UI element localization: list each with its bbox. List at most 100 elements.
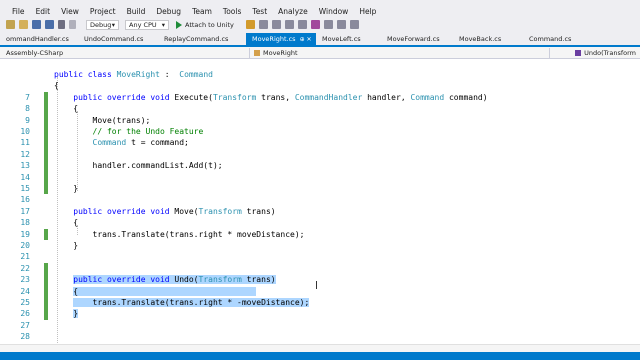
change-marker [44, 148, 48, 161]
line-number: 23 [20, 275, 30, 285]
line-number: 24 [20, 286, 30, 296]
menu-build[interactable]: Build [121, 7, 151, 16]
code-line[interactable]: 9 Move(trans); [0, 114, 640, 126]
toolbar-icon-5[interactable] [297, 20, 307, 29]
change-marker [44, 126, 48, 138]
tab-undocommand-cs[interactable]: UndoCommand.cs [78, 33, 158, 45]
tab-pin-close-icon[interactable]: ⊕ ✕ [300, 36, 312, 43]
line-number: 9 [25, 115, 30, 125]
line-number: 14 [20, 172, 30, 182]
tab-command-cs[interactable]: Command.cs [523, 33, 583, 45]
configuration-select[interactable]: Debug ▾ [86, 19, 119, 30]
chevron-down-icon: ▾ [111, 20, 115, 29]
line-number: 10 [20, 127, 30, 136]
tab-label: MoveForward.cs [387, 35, 440, 43]
save-all-icon[interactable] [45, 20, 54, 29]
tab-ommandhandler-cs[interactable]: ommandHandler.cs [0, 33, 78, 45]
menu-bar: File Edit View Project Build Debug Team Tools Te… [0, 5, 640, 17]
toolbar-icon-1[interactable] [245, 20, 255, 29]
code-text: trans.Translate(trans.right * -moveDista… [73, 298, 310, 307]
tab-moveleft-cs[interactable]: MoveLeft.cs [316, 33, 381, 45]
tab-label: MoveLeft.cs [322, 35, 361, 43]
code-line[interactable]: 8 { [0, 103, 640, 115]
open-file-icon[interactable] [19, 20, 28, 29]
line-number: 18 [20, 218, 30, 228]
platform-select[interactable]: Any CPU ▾ [125, 19, 169, 30]
code-line[interactable]: 24 { [0, 285, 640, 297]
menu-project[interactable]: Project [84, 7, 121, 16]
change-marker [44, 160, 48, 172]
menu-view[interactable]: View [56, 7, 85, 16]
code-line[interactable]: 26 } [0, 308, 640, 320]
toolbar-icon-7[interactable] [336, 20, 346, 29]
code-line[interactable]: 15 } [0, 183, 640, 195]
code-line[interactable]: 12 [0, 148, 640, 161]
code-line[interactable]: 13 handler.commandList.Add(t); [0, 160, 640, 172]
tab-moveforward-cs[interactable]: MoveForward.cs [381, 33, 453, 45]
menu-file[interactable]: File [0, 7, 30, 16]
menu-help[interactable]: Help [354, 7, 382, 16]
code-line[interactable]: 16 [0, 194, 640, 205]
menu-team[interactable]: Team [187, 7, 218, 16]
document-tabs: ommandHandler.cs UndoCommand.cs ReplayComm… [0, 32, 640, 47]
toolbar-icon-6[interactable] [323, 20, 333, 29]
code-line[interactable]: 27 [0, 320, 640, 331]
line-number: 28 [20, 332, 30, 342]
redo-icon[interactable] [69, 20, 76, 29]
line-number: 15 [20, 184, 30, 193]
line-number: 22 [20, 263, 30, 273]
toolbar-icon-8[interactable] [349, 20, 359, 29]
code-text: Command t = command; [92, 138, 189, 148]
menu-analyze[interactable]: Analyze [273, 7, 314, 16]
code-editor[interactable]: public class MoveRight : Command {7 publi… [0, 59, 640, 352]
code-line[interactable]: 7 public override void Execute(Transform… [0, 91, 640, 104]
menu-debug[interactable]: Debug [151, 7, 187, 16]
tab-moveback-cs[interactable]: MoveBack.cs [453, 33, 523, 45]
menu-test[interactable]: Test [247, 7, 273, 16]
toolbar-icon-2[interactable] [258, 20, 268, 29]
code-line[interactable]: 21 [0, 251, 640, 262]
attach-to-unity-button[interactable]: Attach to Unity [176, 20, 234, 29]
code-line[interactable]: 17 public override void Move(Transform t… [0, 206, 640, 217]
code-line[interactable]: 20 } [0, 240, 640, 251]
code-line[interactable]: 18 { [0, 217, 640, 228]
code-line[interactable]: 23 public override void Undo(Transform t… [0, 274, 640, 286]
change-marker [44, 183, 48, 195]
change-marker [44, 274, 48, 286]
undo-icon[interactable] [58, 20, 65, 29]
change-marker [44, 297, 48, 309]
code-text: public override void Undo(Transform tran… [73, 275, 276, 285]
code-line[interactable]: 19 trans.Translate(trans.right * moveDis… [0, 228, 640, 240]
tab-replaycommand-cs[interactable]: ReplayCommand.cs [158, 33, 246, 45]
menu-window[interactable]: Window [313, 7, 354, 16]
code-line[interactable]: 25 trans.Translate(trans.right * -moveDi… [0, 297, 640, 309]
code-line[interactable]: public class MoveRight : Command [0, 69, 640, 80]
code-line[interactable]: { [0, 80, 640, 91]
bookmark-icon[interactable] [310, 20, 320, 29]
project-dropdown[interactable]: Assembly-CSharp [0, 47, 250, 58]
class-dropdown[interactable]: MoveRight [250, 47, 550, 58]
tab-label: ommandHandler.cs [6, 35, 69, 43]
code-line[interactable]: 14 [0, 171, 640, 183]
change-marker [44, 228, 48, 240]
line-number: 8 [25, 104, 30, 114]
toolbar-icon-4[interactable] [284, 20, 294, 29]
menu-tools[interactable]: Tools [217, 7, 246, 16]
member-dropdown[interactable]: Undo(Transform [550, 48, 640, 58]
method-icon [575, 49, 582, 56]
menu-edit[interactable]: Edit [30, 7, 56, 16]
save-icon[interactable] [32, 20, 41, 29]
tab-moveright-cs[interactable]: MoveRight.cs ⊕ ✕ [246, 33, 316, 45]
code-line[interactable]: 10 // for the Undo Feature [0, 126, 640, 138]
code-text: // for the Undo Feature [92, 127, 204, 136]
tab-label: UndoCommand.cs [84, 35, 144, 43]
line-number: 11 [20, 138, 30, 148]
toolbar-icon-3[interactable] [271, 20, 281, 29]
code-line[interactable]: 28 [0, 331, 640, 342]
line-number: 25 [20, 298, 30, 307]
code-line[interactable]: 22 [0, 262, 640, 275]
new-project-icon[interactable] [6, 20, 15, 29]
code-line[interactable]: 11 Command t = command; [0, 137, 640, 149]
change-marker [44, 103, 48, 115]
change-marker [44, 91, 48, 104]
